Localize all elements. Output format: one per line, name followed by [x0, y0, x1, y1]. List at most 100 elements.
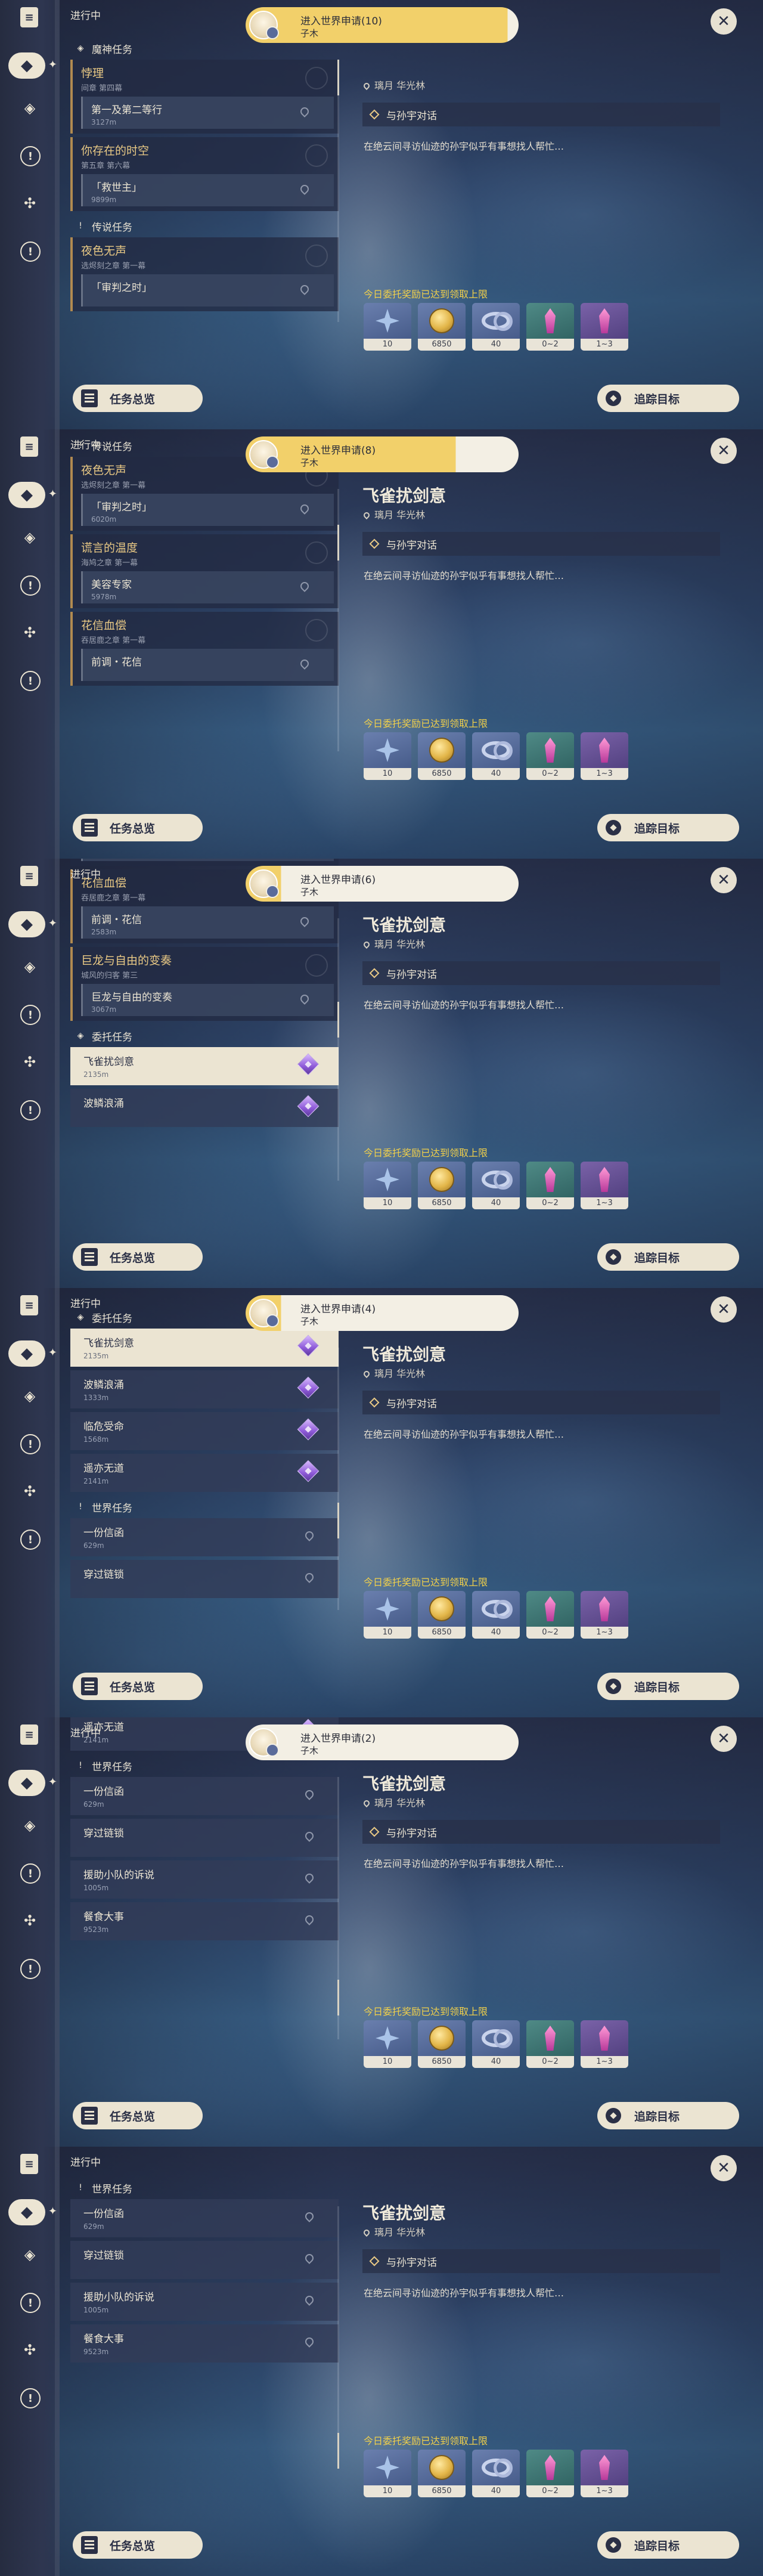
world-quest-item[interactable]: 穿过链锁	[70, 1819, 339, 1857]
reward-item[interactable]: 6850	[418, 732, 466, 780]
world-quest-item[interactable]: 一份信函 629m	[70, 1518, 339, 1556]
archon-tab-icon[interactable]: ◈	[20, 2245, 39, 2264]
archon-tab-icon[interactable]: ◈	[20, 528, 39, 547]
reward-item[interactable]: 6850	[418, 1162, 466, 1209]
world-quest-item[interactable]: 援助小队的诉说 1005m	[70, 2283, 339, 2321]
quest-list[interactable]: 美容专家5978m花信血偿吞居鹿之章 第一幕前调・花信2583m巨龙与自由的变奏…	[70, 859, 339, 1246]
quest-step-item[interactable]: 「审判之时」	[81, 274, 334, 306]
quest-list[interactable]: ! 传说任务 夜色无声 选烬刻之章 第一幕 「审判之时」 6020m 谎言的温度 海鸠之章 第…	[70, 429, 339, 817]
track-target-button[interactable]: 追踪目标	[597, 1243, 739, 1271]
legend-tab-icon[interactable]: ✣	[20, 1052, 39, 1072]
scrollbar-thumb[interactable]	[337, 525, 339, 561]
track-target-button[interactable]: 追踪目标	[597, 2102, 739, 2129]
reward-item[interactable]: 6850	[418, 1591, 466, 1639]
quest-overview-button[interactable]: 任务总览	[73, 2531, 203, 2559]
story-tab-icon[interactable]: !	[20, 146, 41, 166]
quest-step-item[interactable]: 「审判之时」 6020m	[81, 494, 334, 526]
reward-item[interactable]: 1~3	[581, 2450, 628, 2497]
world-quest-item[interactable]: 穿过链锁	[70, 1560, 339, 1598]
reward-item[interactable]: 0~2	[526, 2450, 574, 2497]
quest-list[interactable]: 遥亦无道 2141m! 世界任务 一份信函 629m 穿过链锁 援助小队的诉说 1005m 餐食…	[70, 1717, 339, 2105]
quest-group[interactable]: 花信血偿 吞居鹿之章 第一幕 前调・花信	[70, 612, 339, 686]
world-join-request[interactable]: 进入世界申请(8) 子木	[246, 436, 519, 472]
quest-group[interactable]: 夜色无声 选烬刻之章 第一幕 「审判之时」	[70, 237, 339, 311]
quest-group[interactable]: 巨龙与自由的变奏 城风的归客 第三 巨龙与自由的变奏 3067m	[70, 947, 339, 1021]
commission-tab-icon[interactable]: ◆	[8, 911, 57, 937]
commission-item[interactable]: 波鳞浪涌	[70, 1089, 339, 1127]
reward-item[interactable]: 0~2	[526, 2020, 574, 2068]
scrollbar-thumb[interactable]	[337, 1503, 339, 1538]
reward-item[interactable]: 40	[472, 2450, 520, 2497]
list-scrollbar[interactable]	[337, 918, 339, 1181]
quest-step-item[interactable]: 巨龙与自由的变奏 3067m	[81, 984, 334, 1016]
reward-item[interactable]: 10	[364, 2450, 411, 2497]
world-quest-item[interactable]: 餐食大事 9523m	[70, 2324, 339, 2363]
quest-group-header[interactable]: 巨龙与自由的变奏 城风的归客 第三	[73, 949, 339, 982]
quest-overview-button[interactable]: 任务总览	[73, 814, 203, 841]
legend-tab-icon[interactable]: ✣	[20, 2340, 39, 2360]
reward-item[interactable]: 6850	[418, 2450, 466, 2497]
story-tab-icon[interactable]: !	[20, 1863, 41, 1884]
world-quest-item[interactable]: 餐食大事 9523m	[70, 1902, 339, 1940]
list-scrollbar[interactable]	[337, 489, 339, 751]
world-quest-item[interactable]: 一份信函 629m	[70, 1777, 339, 1815]
quest-step-item[interactable]: 前调・花信	[81, 649, 334, 681]
close-icon[interactable]: ✕	[711, 867, 737, 893]
quest-overview-button[interactable]: 任务总览	[73, 1673, 203, 1700]
world-tab-icon[interactable]: !	[20, 1530, 41, 1550]
world-tab-icon[interactable]: !	[20, 1959, 41, 1979]
quest-list[interactable]: ! 世界任务 一份信函 629m 穿过链锁 援助小队的诉说 1005m 餐食大事 9523m	[70, 2147, 339, 2534]
commission-item[interactable]: 飞雀扰剑意2135m	[70, 1047, 339, 1085]
reward-item[interactable]: 1~3	[581, 2020, 628, 2068]
quest-group-header[interactable]: 你存在的时空 第五章 第六幕	[73, 140, 339, 172]
quest-group[interactable]: 悖理 间章 第四幕 第一及第二等行 3127m	[70, 60, 339, 134]
quest-group[interactable]: 美容专家5978m	[70, 859, 339, 866]
archon-tab-icon[interactable]: ◈	[20, 1386, 39, 1405]
list-scrollbar[interactable]	[337, 1777, 339, 2039]
legend-tab-icon[interactable]: ✣	[20, 194, 39, 213]
close-icon[interactable]: ✕	[711, 8, 737, 35]
world-quest-item[interactable]: 援助小队的诉说 1005m	[70, 1860, 339, 1899]
quest-book-icon[interactable]: ≡	[20, 2154, 38, 2174]
quest-group[interactable]: 你存在的时空 第五章 第六幕 「救世主」 9899m	[70, 137, 339, 211]
reward-item[interactable]: 40	[472, 303, 520, 351]
reward-item[interactable]: 10	[364, 1591, 411, 1639]
quest-book-icon[interactable]: ≡	[20, 7, 38, 27]
world-tab-icon[interactable]: !	[20, 2388, 41, 2408]
quest-step-item[interactable]: 美容专家 5978m	[81, 571, 334, 603]
legend-tab-icon[interactable]: ✣	[20, 623, 39, 642]
scrollbar-thumb[interactable]	[337, 2433, 339, 2469]
quest-overview-button[interactable]: 任务总览	[73, 385, 203, 412]
list-scrollbar[interactable]	[337, 1348, 339, 1610]
quest-group[interactable]: 谎言的温度 海鸠之章 第一幕 美容专家 5978m	[70, 534, 339, 608]
commission-tab-icon[interactable]: ◆	[8, 1770, 57, 1796]
commission-item[interactable]: 飞雀扰剑意2135m	[70, 1329, 339, 1367]
reward-item[interactable]: 1~3	[581, 1162, 628, 1209]
quest-group-header[interactable]: 谎言的温度 海鸠之章 第一幕	[73, 537, 339, 569]
legend-tab-icon[interactable]: ✣	[20, 1911, 39, 1930]
quest-group-header[interactable]: 花信血偿 吞居鹿之章 第一幕	[73, 614, 339, 646]
story-tab-icon[interactable]: !	[20, 1434, 41, 1454]
quest-list[interactable]: ◈ 魔神任务 悖理 间章 第四幕 第一及第二等行 3127m 你存在的时空 第五章 第六幕 「救…	[70, 0, 339, 388]
world-join-request[interactable]: 进入世界申请(6) 子木	[246, 866, 519, 902]
story-tab-icon[interactable]: !	[20, 2293, 41, 2313]
track-target-button[interactable]: 追踪目标	[597, 385, 739, 412]
scrollbar-thumb[interactable]	[337, 1980, 339, 2015]
quest-book-icon[interactable]: ≡	[20, 866, 38, 886]
reward-item[interactable]: 10	[364, 2020, 411, 2068]
reward-item[interactable]: 1~3	[581, 303, 628, 351]
reward-item[interactable]: 0~2	[526, 303, 574, 351]
quest-overview-button[interactable]: 任务总览	[73, 1243, 203, 1271]
world-join-request[interactable]: 进入世界申请(4) 子木	[246, 1295, 519, 1331]
list-scrollbar[interactable]	[337, 2206, 339, 2469]
reward-item[interactable]: 6850	[418, 303, 466, 351]
commission-item[interactable]: 波鳞浪涌 1333m	[70, 1370, 339, 1408]
reward-item[interactable]: 10	[364, 732, 411, 780]
quest-step-item[interactable]: 前调・花信 2583m	[81, 906, 334, 939]
quest-step-item[interactable]: 「救世主」 9899m	[81, 174, 334, 206]
reward-item[interactable]: 40	[472, 2020, 520, 2068]
reward-item[interactable]: 40	[472, 1162, 520, 1209]
reward-item[interactable]: 40	[472, 732, 520, 780]
reward-item[interactable]: 0~2	[526, 1591, 574, 1639]
track-target-button[interactable]: 追踪目标	[597, 1673, 739, 1700]
